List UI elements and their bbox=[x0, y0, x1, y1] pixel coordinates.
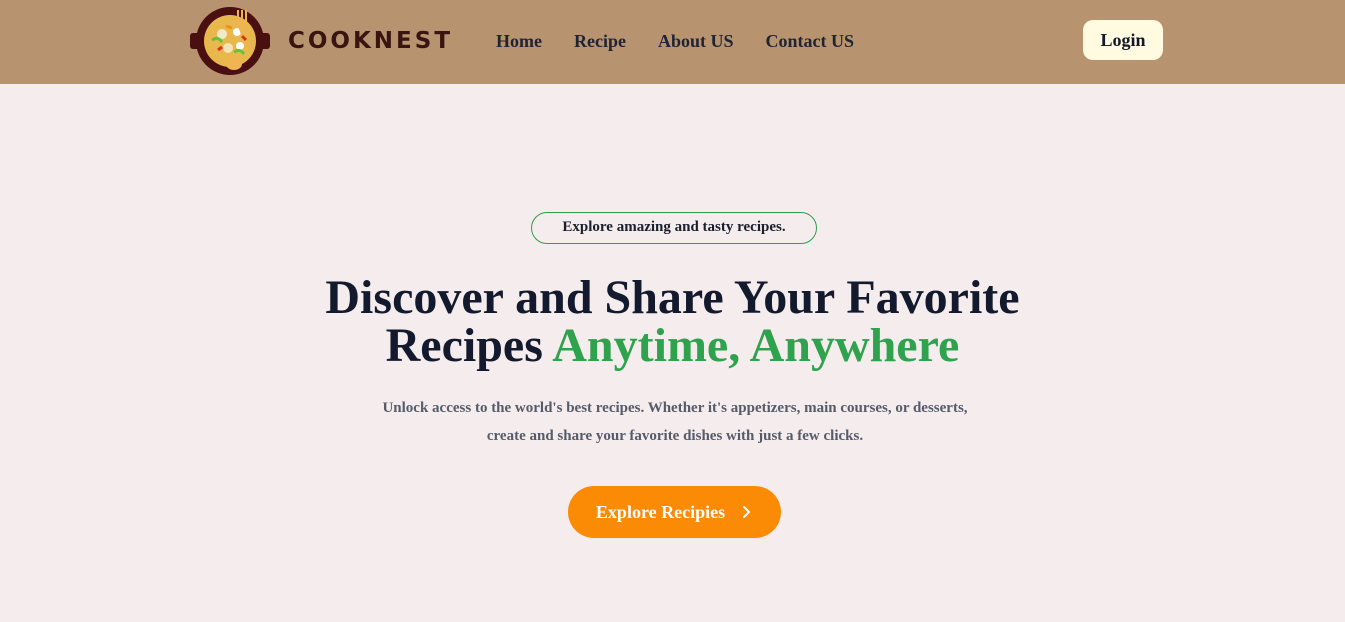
login-button[interactable]: Login bbox=[1083, 20, 1163, 60]
pan-logo-icon bbox=[190, 7, 270, 75]
navbar: COOKNEST Home Recipe About US Contact US… bbox=[0, 0, 1345, 84]
explore-recipes-button[interactable]: Explore Recipies bbox=[568, 486, 781, 538]
brand-name: COOKNEST bbox=[288, 28, 454, 54]
main-nav: Home Recipe About US Contact US bbox=[496, 30, 886, 52]
brand-logo[interactable]: COOKNEST bbox=[190, 6, 453, 76]
nav-link-contact[interactable]: Contact US bbox=[766, 30, 855, 52]
hero-headline: Discover and Share Your Favorite Recipes … bbox=[0, 274, 1345, 370]
headline-accent: Anytime, Anywhere bbox=[552, 319, 960, 372]
explore-button-label: Explore Recipies bbox=[595, 501, 726, 522]
hero-description: Unlock access to the world's best recipe… bbox=[382, 400, 968, 444]
tagline-badge: Explore amazing and tasty recipes. bbox=[531, 212, 817, 244]
nav-link-home[interactable]: Home bbox=[496, 30, 542, 52]
nav-link-recipe[interactable]: Recipe bbox=[574, 30, 626, 52]
nav-link-about[interactable]: About US bbox=[658, 30, 734, 52]
chevron-right-icon bbox=[743, 506, 751, 518]
